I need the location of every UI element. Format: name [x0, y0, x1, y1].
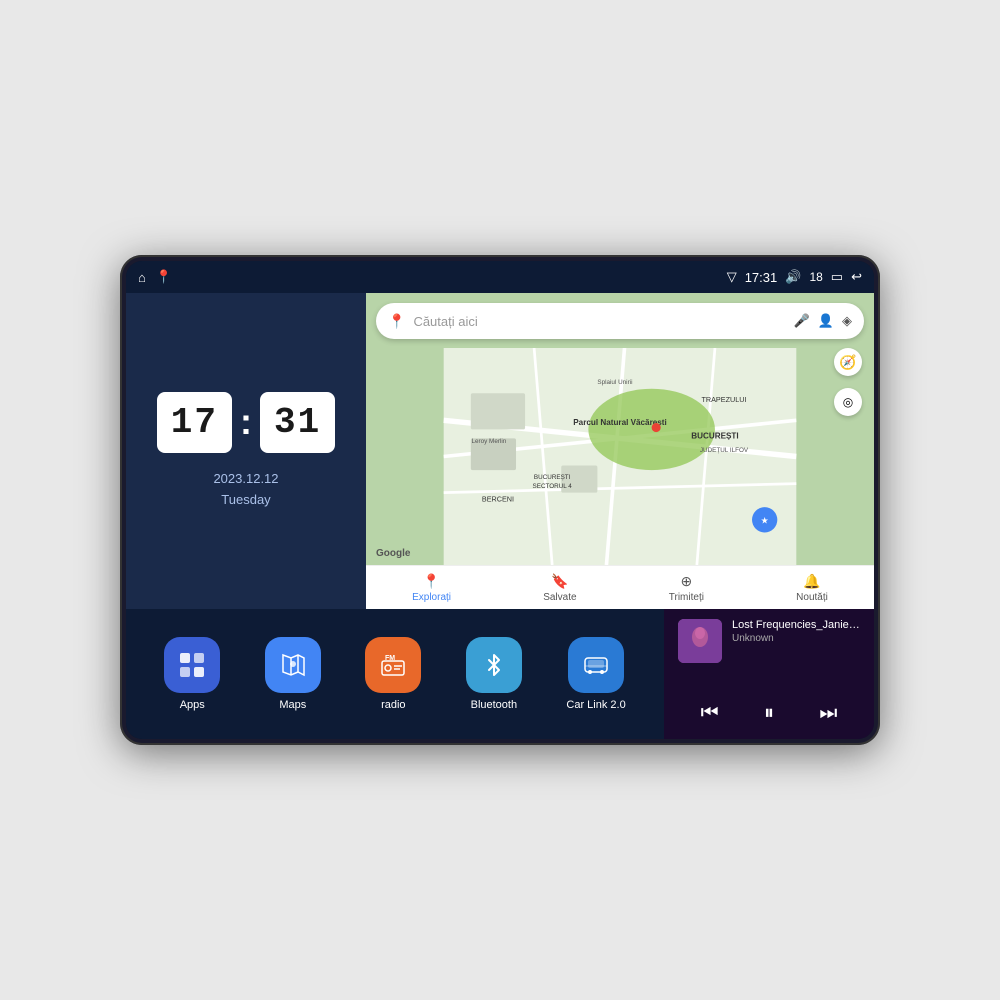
bluetooth-icon	[466, 637, 522, 693]
explore-label: Explorați	[412, 592, 451, 603]
svg-text:FM: FM	[385, 655, 395, 662]
map-search-icons: 🎤 👤 ◈	[794, 313, 852, 329]
next-button[interactable]: ⏭	[809, 698, 847, 729]
svg-text:Splaiul Unirii: Splaiul Unirii	[597, 379, 632, 386]
map-nav-saved[interactable]: 🔖 Salvate	[543, 573, 576, 603]
music-info: Lost Frequencies_Janieck Devy-... Unknow…	[678, 619, 860, 663]
apps-label: Apps	[180, 699, 205, 711]
play-pause-button[interactable]: ⏸	[754, 698, 784, 729]
bottom-section: Apps Maps	[126, 609, 874, 739]
carlink-label: Car Link 2.0	[566, 699, 625, 711]
bluetooth-label: Bluetooth	[471, 699, 517, 711]
map-bottom-bar: 📍 Explorați 🔖 Salvate ⊕ Trimiteți 🔔	[366, 565, 874, 609]
app-item-radio[interactable]: FM radio	[365, 637, 421, 711]
clock-widget: 17 : 31 2023.12.12 Tuesday	[126, 293, 366, 609]
share-label: Trimiteți	[669, 592, 704, 603]
music-player: Lost Frequencies_Janieck Devy-... Unknow…	[664, 609, 874, 739]
music-artist: Unknown	[732, 633, 860, 644]
profile-icon[interactable]: 👤	[818, 313, 834, 329]
clock-date: 2023.12.12 Tuesday	[213, 469, 278, 511]
app-item-apps[interactable]: Apps	[164, 637, 220, 711]
carlink-icon	[568, 637, 624, 693]
main-content: 17 : 31 2023.12.12 Tuesday 📍 Căutați aic…	[126, 293, 874, 739]
map-nav-explore[interactable]: 📍 Explorați	[412, 573, 451, 603]
share-icon: ⊕	[680, 573, 692, 590]
music-title: Lost Frequencies_Janieck Devy-...	[732, 619, 860, 631]
home-icon[interactable]: ⌂	[138, 270, 146, 285]
device-frame: ⌂ 📍 ▽ 17:31 🔊 18 ▭ ↩ 17 :	[120, 255, 880, 745]
app-item-bluetooth[interactable]: Bluetooth	[466, 637, 522, 711]
battery-icon: ▭	[831, 269, 843, 285]
back-icon[interactable]: ↩	[851, 269, 862, 285]
svg-text:Leroy Merlin: Leroy Merlin	[472, 438, 507, 445]
maps-pin-icon[interactable]: 📍	[156, 269, 172, 285]
svg-text:JUDEȚUL ILFOV: JUDEȚUL ILFOV	[700, 447, 749, 454]
clock-minutes: 31	[260, 392, 335, 453]
apps-icon	[164, 637, 220, 693]
signal-icon: ▽	[727, 269, 737, 285]
maps-icon	[265, 637, 321, 693]
music-thumbnail	[678, 619, 722, 663]
explore-icon: 📍	[423, 573, 440, 590]
map-location-button[interactable]: ◎	[834, 388, 862, 416]
clock-colon: :	[240, 401, 252, 443]
device-screen: ⌂ 📍 ▽ 17:31 🔊 18 ▭ ↩ 17 :	[126, 261, 874, 739]
map-search-placeholder[interactable]: Căutați aici	[413, 314, 785, 329]
svg-text:BUCUREȘTI: BUCUREȘTI	[691, 431, 738, 440]
top-section: 17 : 31 2023.12.12 Tuesday 📍 Căutați aic…	[126, 293, 874, 609]
map-nav-news[interactable]: 🔔 Noutăți	[796, 573, 828, 603]
map-compass[interactable]: 🧭	[834, 348, 862, 376]
app-item-carlink[interactable]: Car Link 2.0	[566, 637, 625, 711]
map-search-bar[interactable]: 📍 Căutați aici 🎤 👤 ◈	[376, 303, 864, 339]
google-watermark: Google	[376, 548, 410, 559]
music-text: Lost Frequencies_Janieck Devy-... Unknow…	[732, 619, 860, 644]
status-bar: ⌂ 📍 ▽ 17:31 🔊 18 ▭ ↩	[126, 261, 874, 293]
radio-label: radio	[381, 699, 405, 711]
status-right: ▽ 17:31 🔊 18 ▭ ↩	[727, 269, 862, 285]
map-pin-icon: 📍	[388, 313, 405, 330]
clock-date-line1: 2023.12.12	[213, 469, 278, 490]
map-area: Parcul Natural Văcărești TRAPEZULUI BUCU…	[366, 348, 874, 565]
news-icon: 🔔	[803, 573, 820, 590]
mic-icon[interactable]: 🎤	[794, 313, 810, 329]
prev-button[interactable]: ⏮	[691, 698, 729, 729]
svg-text:BUCUREȘTI: BUCUREȘTI	[534, 474, 571, 481]
clock-display: 17 : 31	[157, 392, 335, 453]
radio-icon: FM	[365, 637, 421, 693]
status-time: 17:31	[745, 270, 778, 285]
svg-text:★: ★	[761, 515, 769, 525]
saved-icon: 🔖	[551, 573, 568, 590]
status-left: ⌂ 📍	[138, 269, 172, 285]
news-label: Noutăți	[796, 592, 828, 603]
clock-hours: 17	[157, 392, 232, 453]
music-controls: ⏮ ⏸ ⏭	[678, 698, 860, 729]
svg-text:TRAPEZULUI: TRAPEZULUI	[702, 395, 747, 404]
clock-date-line2: Tuesday	[213, 490, 278, 511]
saved-label: Salvate	[543, 592, 576, 603]
volume-icon[interactable]: 🔊	[785, 269, 801, 285]
svg-text:BERCENI: BERCENI	[482, 495, 514, 504]
svg-text:SECTORUL 4: SECTORUL 4	[533, 483, 573, 490]
maps-label: Maps	[279, 699, 306, 711]
battery-level: 18	[809, 270, 822, 284]
apps-section: Apps Maps	[126, 609, 664, 739]
app-item-maps[interactable]: Maps	[265, 637, 321, 711]
layers-icon[interactable]: ◈	[842, 313, 852, 329]
map-widget[interactable]: 📍 Căutați aici 🎤 👤 ◈	[366, 293, 874, 609]
map-nav-share[interactable]: ⊕ Trimiteți	[669, 573, 704, 603]
